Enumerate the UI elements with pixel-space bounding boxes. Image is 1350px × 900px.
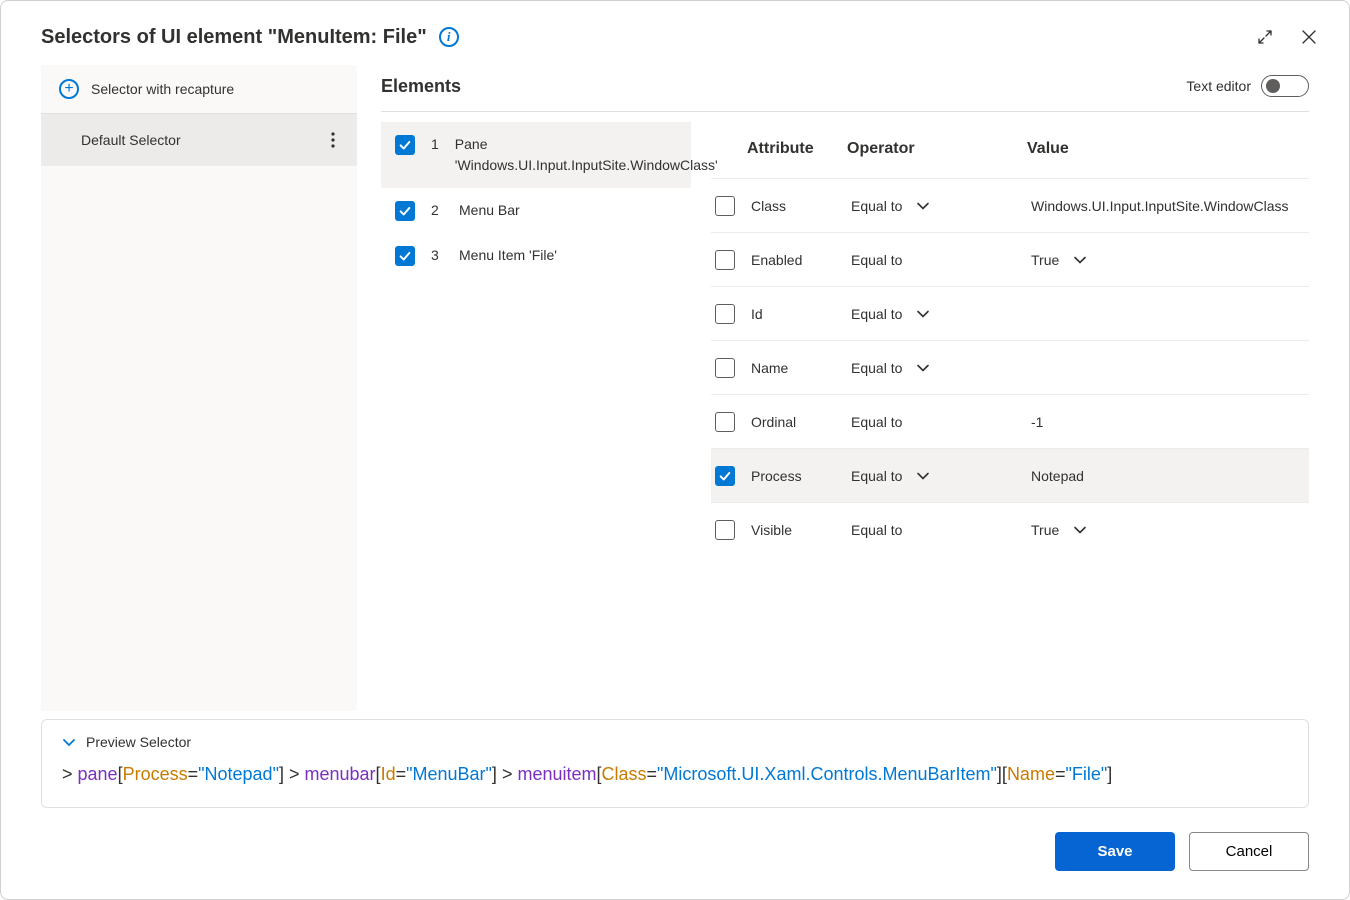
column-operator: Operator (847, 140, 1027, 158)
attribute-checkbox[interactable] (715, 466, 735, 486)
preview-heading: Preview Selector (86, 734, 191, 750)
element-index: 1 (431, 134, 439, 152)
preview-selector-text: > pane[Process="Notepad"] > menubar[Id="… (62, 760, 1288, 789)
add-icon: + (59, 79, 79, 99)
element-checkbox[interactable] (395, 246, 415, 266)
attribute-row[interactable]: ProcessEqual toNotepad (711, 448, 1309, 502)
attribute-name: Process (751, 468, 851, 484)
selector-item-label: Default Selector (81, 132, 181, 148)
selectors-sidebar: + Selector with recapture Default Select… (41, 65, 357, 711)
attribute-value[interactable]: True (1031, 252, 1309, 268)
attribute-operator[interactable]: Equal to (851, 522, 1031, 538)
attribute-operator[interactable]: Equal to (851, 468, 1031, 484)
attribute-row[interactable]: ClassEqual toWindows.UI.Input.InputSite.… (711, 178, 1309, 232)
more-icon[interactable] (321, 128, 345, 152)
attribute-row[interactable]: VisibleEqual toTrue (711, 502, 1309, 556)
attribute-name: Id (751, 306, 851, 322)
column-attribute: Attribute (747, 140, 847, 158)
attribute-checkbox[interactable] (715, 304, 735, 324)
preview-selector-panel: Preview Selector > pane[Process="Notepad… (41, 719, 1309, 808)
attribute-value[interactable]: -1 (1031, 414, 1309, 430)
element-row[interactable]: 2 Menu Bar (381, 188, 691, 233)
element-checkbox[interactable] (395, 135, 415, 155)
attribute-operator[interactable]: Equal to (851, 252, 1031, 268)
attribute-checkbox[interactable] (715, 412, 735, 432)
attribute-value[interactable]: True (1031, 522, 1309, 538)
attributes-panel: Attribute Operator Value ClassEqual toWi… (691, 112, 1309, 711)
dialog-header: Selectors of UI element "MenuItem: File"… (1, 1, 1349, 65)
attribute-name: Class (751, 198, 851, 214)
attribute-operator[interactable]: Equal to (851, 360, 1031, 376)
text-editor-label: Text editor (1186, 78, 1251, 94)
attribute-value[interactable]: Notepad (1031, 468, 1309, 484)
attribute-value[interactable]: Windows.UI.Input.InputSite.WindowClass (1031, 198, 1309, 214)
attribute-operator[interactable]: Equal to (851, 306, 1031, 322)
close-icon[interactable] (1293, 21, 1325, 53)
element-label: Menu Bar (459, 200, 677, 221)
attribute-name: Ordinal (751, 414, 851, 430)
attribute-name: Enabled (751, 252, 851, 268)
element-index: 3 (431, 245, 443, 263)
element-row[interactable]: 1Pane 'Windows.UI.Input.InputSite.Window… (381, 122, 691, 188)
cancel-button[interactable]: Cancel (1189, 832, 1309, 871)
elements-heading: Elements (381, 76, 461, 97)
attribute-operator[interactable]: Equal to (851, 414, 1031, 430)
attribute-checkbox[interactable] (715, 250, 735, 270)
attribute-checkbox[interactable] (715, 196, 735, 216)
attribute-checkbox[interactable] (715, 520, 735, 540)
dialog-title: Selectors of UI element "MenuItem: File" (41, 26, 427, 49)
expand-icon[interactable] (1249, 21, 1281, 53)
element-index: 2 (431, 200, 443, 218)
preview-toggle[interactable]: Preview Selector (62, 734, 1288, 750)
attribute-row[interactable]: IdEqual to (711, 286, 1309, 340)
element-checkbox[interactable] (395, 201, 415, 221)
recapture-label: Selector with recapture (91, 81, 234, 97)
attribute-row[interactable]: NameEqual to (711, 340, 1309, 394)
attribute-row[interactable]: OrdinalEqual to-1 (711, 394, 1309, 448)
attribute-name: Visible (751, 522, 851, 538)
attribute-checkbox[interactable] (715, 358, 735, 378)
attribute-name: Name (751, 360, 851, 376)
element-label: Menu Item 'File' (459, 245, 677, 266)
column-value: Value (1027, 140, 1309, 158)
selector-with-recapture-button[interactable]: + Selector with recapture (41, 65, 357, 114)
info-icon[interactable]: i (439, 27, 459, 47)
selector-item-default[interactable]: Default Selector (41, 114, 357, 166)
attribute-row[interactable]: EnabledEqual toTrue (711, 232, 1309, 286)
text-editor-toggle[interactable] (1261, 75, 1309, 97)
save-button[interactable]: Save (1055, 832, 1175, 871)
attribute-operator[interactable]: Equal to (851, 198, 1031, 214)
selector-builder-dialog: Selectors of UI element "MenuItem: File"… (0, 0, 1350, 900)
elements-list: 1Pane 'Windows.UI.Input.InputSite.Window… (381, 112, 691, 711)
element-row[interactable]: 3 Menu Item 'File' (381, 233, 691, 278)
element-label: Pane 'Windows.UI.Input.InputSite.WindowC… (455, 134, 718, 176)
